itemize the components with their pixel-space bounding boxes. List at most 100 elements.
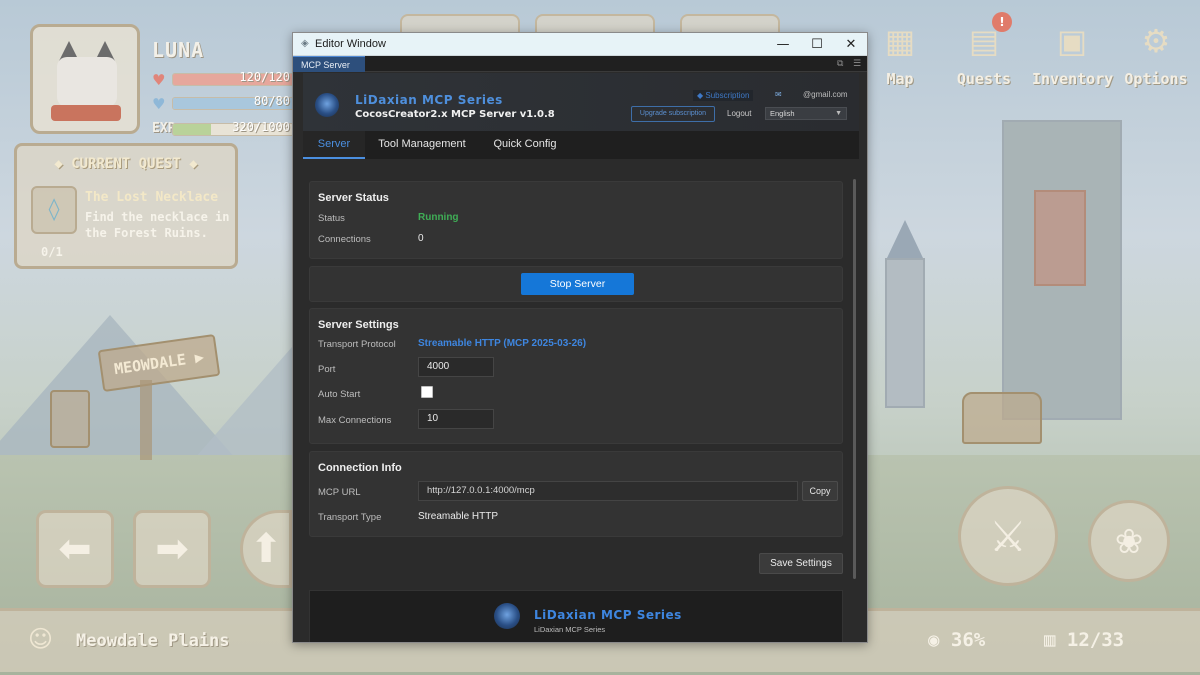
player-name: LUNA bbox=[152, 38, 205, 62]
tab-quick-config[interactable]: Quick Config bbox=[483, 131, 567, 159]
transport-protocol-value[interactable]: Streamable HTTP (MCP 2025-03-26) bbox=[418, 338, 586, 349]
tab-server[interactable]: Server bbox=[303, 131, 365, 159]
footer-brand-card: LiDaxian MCP Series LiDaxian MCP Series bbox=[309, 590, 843, 642]
tab-tool-management[interactable]: Tool Management bbox=[371, 131, 473, 159]
maximize-button[interactable]: ☐ bbox=[800, 33, 834, 56]
chest-stat: ▥ 12/33 bbox=[1044, 629, 1124, 651]
completion-value: 36% bbox=[950, 629, 986, 651]
connection-info-card: Connection Info MCP URL http://127.0.0.1… bbox=[309, 451, 843, 537]
mail-icon: ✉ bbox=[775, 90, 782, 99]
logout-button[interactable]: Logout bbox=[727, 109, 751, 118]
max-connections-label: Max Connections bbox=[318, 415, 392, 426]
chest-count: 12/33 bbox=[1066, 629, 1125, 651]
editor-window[interactable]: ◈ Editor Window — ☐ ✕ MCP Server ⧉ ☰ LiD… bbox=[292, 32, 868, 643]
server-settings-title: Server Settings bbox=[318, 319, 399, 331]
backpack-icon: ▣ bbox=[1056, 22, 1088, 60]
hp-row: ♥ 120/120 bbox=[152, 70, 298, 89]
max-connections-input[interactable]: 10 bbox=[418, 409, 494, 429]
move-left-button[interactable]: ⬅ bbox=[36, 510, 114, 588]
brand-logo bbox=[315, 93, 339, 117]
mp-row: ♥ 80/80 bbox=[152, 94, 298, 113]
quests-label: Quests bbox=[956, 70, 1012, 88]
quests-button[interactable]: ▤ ! Quests bbox=[944, 12, 1024, 88]
pet-button[interactable]: ❀ bbox=[1088, 500, 1170, 582]
cat-face-icon: ☺ bbox=[28, 625, 54, 653]
exp-row: 320/1000 bbox=[170, 120, 298, 138]
player-card: LUNA ♥ 120/120 ♥ 80/80 EXP 320/1000 bbox=[16, 14, 296, 136]
coin-icon: ◉ bbox=[928, 629, 940, 651]
connections-label: Connections bbox=[318, 234, 371, 245]
castle-tower-roof bbox=[887, 220, 923, 258]
transport-type-label: Transport Type bbox=[318, 512, 382, 523]
scrollbar-thumb[interactable] bbox=[853, 179, 856, 579]
map-label: Map bbox=[886, 70, 914, 88]
subscription-link[interactable]: ◆ Subscription bbox=[693, 90, 754, 101]
cat-head bbox=[57, 57, 117, 107]
mcp-url-field[interactable]: http://127.0.0.1:4000/mcp bbox=[418, 481, 798, 501]
exp-bar-fill bbox=[173, 124, 212, 135]
minimize-button[interactable]: — bbox=[766, 33, 800, 56]
arrow-left-icon: ⬅ bbox=[58, 526, 92, 572]
port-label: Port bbox=[318, 364, 336, 375]
chest-icon: ▥ bbox=[1044, 629, 1056, 651]
quest-header-text: CURRENT QUEST bbox=[71, 156, 181, 172]
sword-icon: ⚔ bbox=[989, 512, 1027, 561]
options-button[interactable]: ⚙ Options bbox=[1116, 18, 1196, 88]
cat-scarf bbox=[51, 105, 121, 121]
auto-start-label: Auto Start bbox=[318, 389, 361, 400]
location-name: Meowdale Plains bbox=[76, 631, 230, 651]
paw-icon: ❀ bbox=[1114, 522, 1144, 562]
close-button[interactable]: ✕ bbox=[834, 33, 867, 56]
quest-progress: 0/1 bbox=[41, 245, 63, 259]
app-icon: ◈ bbox=[301, 38, 309, 49]
language-select[interactable]: English ▼ bbox=[765, 107, 847, 120]
main-tabs: Server Tool Management Quick Config bbox=[303, 131, 859, 159]
quest-panel-title: ◆ CURRENT QUEST ◆ bbox=[54, 156, 198, 172]
user-email: @gmail.com bbox=[803, 90, 848, 99]
auto-start-checkbox[interactable] bbox=[421, 386, 433, 398]
gear-icon: ⚙ bbox=[1141, 22, 1171, 60]
options-label: Options bbox=[1124, 70, 1188, 88]
treasure-chest bbox=[962, 392, 1042, 444]
attack-button[interactable]: ⚔ bbox=[958, 486, 1058, 586]
connection-info-title: Connection Info bbox=[318, 462, 402, 474]
server-control-card: Stop Server bbox=[309, 266, 843, 302]
sign-pole bbox=[140, 380, 152, 460]
copy-url-button[interactable]: Copy bbox=[802, 481, 838, 501]
status-label: Status bbox=[318, 213, 345, 224]
stop-server-button[interactable]: Stop Server bbox=[521, 273, 634, 295]
move-right-button[interactable]: ➡ bbox=[133, 510, 211, 588]
brand-header: LiDaxian MCP Series CocosCreator2.x MCP … bbox=[303, 73, 859, 131]
current-quest-panel[interactable]: ◆ CURRENT QUEST ◆ ◊ The Lost Necklace Fi… bbox=[14, 143, 238, 269]
inventory-label: Inventory bbox=[1032, 70, 1114, 88]
arrow-right-icon: ➡ bbox=[155, 526, 189, 572]
mana-heart-icon: ♥ bbox=[152, 95, 166, 113]
inventory-button[interactable]: ▣ Inventory bbox=[1032, 18, 1114, 88]
mcp-url-label: MCP URL bbox=[318, 487, 361, 498]
quest-alert-badge: ! bbox=[992, 12, 1012, 32]
footer-subtitle: LiDaxian MCP Series bbox=[534, 625, 606, 634]
language-value: English bbox=[770, 109, 795, 118]
subscription-text: Subscription bbox=[705, 91, 750, 100]
castle-tower bbox=[885, 258, 925, 408]
connections-value: 0 bbox=[418, 233, 424, 244]
map-button[interactable]: ▦ Map bbox=[860, 18, 940, 88]
server-status-title: Server Status bbox=[318, 192, 389, 204]
mp-value: 80/80 bbox=[253, 94, 290, 108]
sign-text: MEOWDALE bbox=[113, 350, 188, 379]
window-title-bar[interactable]: ◈ Editor Window — ☐ ✕ bbox=[293, 33, 867, 56]
port-input[interactable]: 4000 bbox=[418, 357, 494, 377]
save-settings-button[interactable]: Save Settings bbox=[759, 553, 843, 574]
panel-tab-strip: MCP Server ⧉ ☰ bbox=[293, 56, 867, 72]
panel-tab-mcp-server[interactable]: MCP Server bbox=[293, 56, 365, 72]
status-value: Running bbox=[418, 212, 459, 223]
transport-protocol-label: Transport Protocol bbox=[318, 339, 396, 350]
upgrade-subscription-button[interactable]: Upgrade subscription bbox=[631, 106, 715, 122]
transport-type-value: Streamable HTTP bbox=[418, 511, 499, 522]
quest-name: The Lost Necklace bbox=[85, 190, 219, 205]
popout-icon[interactable]: ⧉ bbox=[837, 57, 843, 71]
footer-logo bbox=[494, 603, 520, 629]
arrow-up-icon: ⬆ bbox=[249, 526, 283, 572]
quest-description: Find the necklace in the Forest Ruins. bbox=[85, 210, 230, 240]
menu-icon[interactable]: ☰ bbox=[853, 57, 861, 71]
